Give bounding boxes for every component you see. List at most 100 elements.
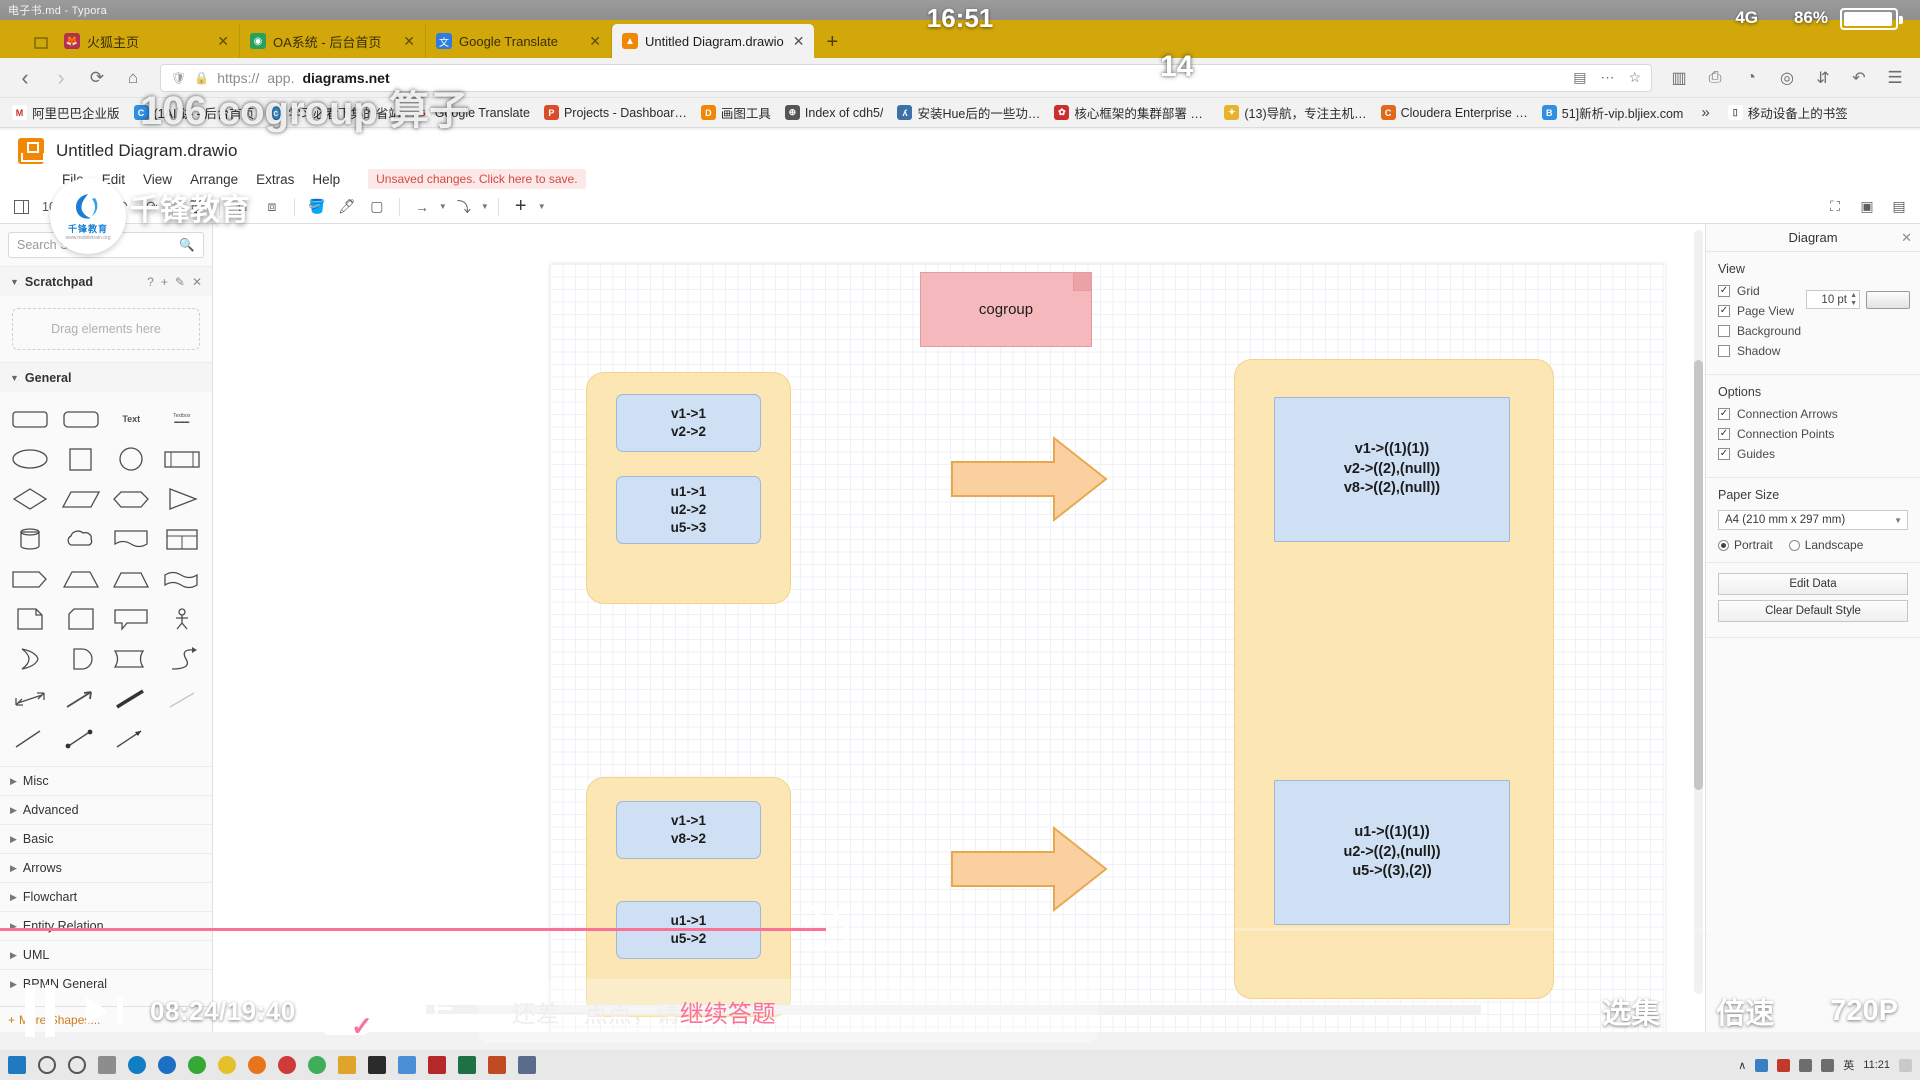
bookmark-item-11[interactable]: B 51]新析-vip.bljiex.com (1536, 100, 1690, 125)
sidebar-section-basic[interactable]: ▶ Basic (0, 824, 212, 853)
bookmark-item-8[interactable]: ✿ 核心框架的集群部署 任… (1048, 100, 1216, 125)
checkbox-guides[interactable]: ✓ Guides (1718, 447, 1908, 461)
right-result-box-1[interactable]: v1->((1)(1)) v2->((2),(null)) v8->((2),(nu… (1274, 397, 1510, 542)
shape-tape[interactable] (160, 562, 205, 596)
hamburger-menu-icon[interactable]: ☰ (1880, 63, 1910, 93)
quality-button[interactable]: 720P (1830, 995, 1898, 1028)
shape-triangle[interactable] (160, 482, 205, 516)
checkbox-icon[interactable]: ✓ (1718, 408, 1730, 420)
shape-document[interactable] (109, 522, 154, 556)
shape-trapezoid[interactable] (59, 562, 104, 596)
shape-cylinder[interactable] (8, 522, 53, 556)
shape-arrow[interactable] (59, 682, 104, 716)
episodes-button[interactable]: 选集 (1602, 990, 1660, 1032)
pocket-icon[interactable]: ◔ (1736, 63, 1766, 93)
sidebar-section-flowchart[interactable]: ▶ Flowchart (0, 882, 212, 911)
left-group-2-box-1[interactable]: v1->1 v8->2 (616, 801, 761, 859)
firefox-icon[interactable] (248, 1056, 266, 1074)
paper-size-select[interactable]: A4 (210 mm x 297 mm) ▼ (1718, 510, 1908, 530)
shape-double-arrow[interactable] (8, 682, 53, 716)
tray-mic-icon[interactable] (1777, 1058, 1791, 1072)
shape-process[interactable] (160, 442, 205, 476)
back-icon[interactable]: ‹ (10, 63, 40, 93)
excel-icon[interactable] (458, 1056, 476, 1074)
shape-diamond[interactable] (8, 482, 53, 516)
bookmark-item-6[interactable]: ⊕ Index of cdh5/ (779, 102, 890, 123)
shape-callout[interactable] (109, 602, 154, 636)
format-toggle-icon[interactable]: ▣ (1854, 194, 1880, 220)
shape-card[interactable] (59, 602, 104, 636)
shape-note[interactable] (8, 602, 53, 636)
screenshot-icon[interactable]: ⎙ (1700, 63, 1730, 93)
close-icon[interactable]: ✕ (401, 33, 417, 50)
undo-nav-icon[interactable]: ↶ (1844, 63, 1874, 93)
close-icon[interactable]: ✕ (215, 33, 231, 50)
shape-step[interactable] (8, 562, 53, 596)
edge-icon[interactable] (128, 1056, 146, 1074)
cogroup-note[interactable]: cogroup (920, 272, 1092, 347)
ppt-icon[interactable] (488, 1056, 506, 1074)
shadow-icon[interactable]: ▢ (364, 194, 390, 220)
shape-table[interactable] (160, 522, 205, 556)
playback-speed-button[interactable]: 倍速 (1716, 990, 1774, 1032)
checkbox-icon[interactable] (1718, 345, 1730, 357)
shape-square[interactable] (59, 442, 104, 476)
bookmark-item-4[interactable]: P Projects - Dashboar… (538, 102, 693, 123)
menu-extras[interactable]: Extras (256, 172, 294, 187)
pause-button[interactable] (22, 985, 58, 1037)
scratchpad-header[interactable]: ▼ Scratchpad ? + ✎ ✕ (0, 266, 212, 296)
sidebar-section-entity-relation[interactable]: ▶ Entity Relation (0, 911, 212, 940)
url-bar[interactable]: 🛡 🔒 https:// app. diagrams.net ▤ ⋯ ☆ (160, 63, 1652, 92)
sidebar-section-advanced[interactable]: ▶ Advanced (0, 795, 212, 824)
insert-icon[interactable]: + (508, 194, 534, 220)
danmaku-input[interactable]: 还差一点点，请 继续答题 (477, 979, 1098, 1043)
bookmark-star-icon[interactable]: ☆ (1628, 69, 1641, 86)
fullscreen-icon[interactable]: ⛶ (1822, 194, 1848, 220)
checkbox-icon[interactable]: ✓ (1718, 285, 1730, 297)
clear-default-style-button[interactable]: Clear Default Style (1718, 600, 1908, 622)
canvas-vertical-scrollbar[interactable] (1694, 230, 1703, 994)
arrow-right-2[interactable] (950, 824, 1110, 914)
shape-trapezoid-2[interactable] (109, 562, 154, 596)
waypoints-icon[interactable]: ⤵ (451, 194, 477, 220)
browser-tab-0[interactable]: 🦊 火狐主页 ✕ (54, 24, 240, 58)
arrow-right-1[interactable] (950, 434, 1110, 524)
search-icon[interactable] (38, 1056, 56, 1074)
browser2-icon[interactable] (308, 1056, 326, 1074)
cortana-icon[interactable] (68, 1056, 86, 1074)
taskbar-clock[interactable]: 11:21 (1863, 1059, 1890, 1071)
stepper-icon[interactable]: ▲ ▼ (1850, 292, 1857, 308)
menu-help[interactable]: Help (312, 172, 340, 187)
right-result-box-2[interactable]: u1->((1)(1)) u2->((2),(null)) u5->((3),(2)… (1274, 780, 1510, 925)
tray-net-icon[interactable] (1799, 1058, 1813, 1072)
grid-color-swatch[interactable] (1866, 290, 1910, 309)
tray-expand-icon[interactable]: ∧ (1738, 1059, 1746, 1072)
tab-list-icon[interactable] (28, 28, 54, 58)
sidebar-section-misc[interactable]: ▶ Misc (0, 766, 212, 795)
bookmark-item-7[interactable]: ʎ 安装Hue后的一些功… (891, 100, 1046, 125)
bookmark-item-10[interactable]: C Cloudera Enterprise … (1375, 102, 1534, 123)
ie-icon[interactable] (158, 1056, 176, 1074)
checkbox-icon[interactable]: ✓ (1718, 448, 1730, 460)
calc-icon[interactable] (518, 1056, 536, 1074)
shape-rect[interactable] (59, 402, 104, 436)
scratchpad-dropzone[interactable]: Drag elements here (12, 308, 200, 350)
home-icon[interactable]: ⌂ (118, 63, 148, 93)
shape-actor[interactable] (160, 602, 205, 636)
sidebar-section-uml[interactable]: ▶ UML (0, 940, 212, 969)
page-actions-icon[interactable]: ⋯ (1600, 69, 1614, 86)
shape-delay[interactable] (59, 642, 104, 676)
bookmark-item-0[interactable]: M 阿里巴巴企业版 (6, 100, 126, 125)
tray-volume-icon[interactable] (1821, 1058, 1835, 1072)
ime-indicator[interactable]: 英 (1843, 1057, 1854, 1073)
radio-portrait[interactable]: Portrait (1718, 538, 1773, 552)
diagram-canvas[interactable]: cogroup v1->1 v2->2 u1->1 u2->2 u5->3 v1->1… (213, 224, 1705, 1032)
checkbox-shadow[interactable]: Shadow (1718, 344, 1908, 358)
edit-data-button[interactable]: Edit Data (1718, 573, 1908, 595)
close-icon[interactable]: ✕ (791, 33, 807, 50)
to-back-icon[interactable]: ⧈ (259, 194, 285, 220)
checkbox-connection-points[interactable]: ✓ Connection Points (1718, 427, 1908, 441)
shape-bidir-line[interactable] (59, 722, 104, 756)
left-group-1-box-1[interactable]: v1->1 v2->2 (616, 394, 761, 452)
bookmarks-overflow-button[interactable]: » (1691, 104, 1719, 121)
